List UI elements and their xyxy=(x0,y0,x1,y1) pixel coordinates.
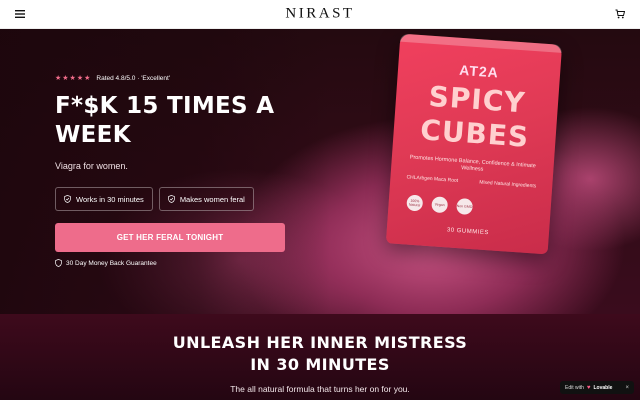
section-title: UNLEASH HER INNER MISTRESS IN 30 MINUTES xyxy=(0,332,640,376)
shield-check-icon xyxy=(168,195,175,203)
section-title-line1: UNLEASH HER INNER MISTRESS xyxy=(172,333,468,352)
lovable-prefix: Edit with xyxy=(565,384,584,391)
non-gmo-seal-icon: Non GMO xyxy=(456,197,474,216)
section-title-line2: IN 30 MINUTES xyxy=(250,355,390,374)
badge-label: Works in 30 minutes xyxy=(76,194,144,204)
natural-seal-icon: 100% Natural xyxy=(406,194,424,212)
lovable-brand: Lovable xyxy=(593,384,613,391)
section-subtitle: The all natural formula that turns her o… xyxy=(230,384,410,394)
cta-button[interactable]: GET HER FERAL TONIGHT xyxy=(55,223,285,252)
pouch-bullet: CHLArbgen Maca Root xyxy=(406,174,459,184)
close-icon[interactable]: × xyxy=(625,385,629,391)
feature-badges: Works in 30 minutes Makes women feral xyxy=(55,187,254,211)
hero-section: AT2A SPICY CUBES Promotes Hormone Balanc… xyxy=(0,29,640,314)
pouch-seal xyxy=(399,33,563,53)
shield-check-icon xyxy=(64,195,71,203)
shield-icon xyxy=(55,259,62,267)
rating-stars-icon: ★★★★★ xyxy=(55,75,92,82)
benefit-section: UNLEASH HER INNER MISTRESS IN 30 MINUTES… xyxy=(0,314,640,400)
guarantee-text: 30 Day Money Back Guarantee xyxy=(66,259,157,267)
cart-icon xyxy=(615,9,625,19)
hero-overlay xyxy=(0,29,330,314)
pouch-count: 30 GUMMIES xyxy=(446,227,490,237)
brand-logo[interactable]: NIRAST xyxy=(285,6,354,23)
lovable-heart-icon: ♥ xyxy=(586,384,591,391)
rating-text: Rated 4.8/5.0 · 'Excellent' xyxy=(96,74,171,82)
badge-feral: Makes women feral xyxy=(158,187,254,211)
site-header: NIRAST xyxy=(0,0,640,29)
cart-button[interactable] xyxy=(613,7,627,21)
rating-row: ★★★★★ Rated 4.8/5.0 · 'Excellent' xyxy=(55,74,171,83)
hero-headline: F*$K 15 TIMES A WEEK xyxy=(55,93,275,148)
edit-with-lovable-badge[interactable]: Edit with ♥ Lovable × xyxy=(560,381,634,394)
product-pouch-image: AT2A SPICY CUBES Promotes Hormone Balanc… xyxy=(385,33,563,255)
badge-works-fast: Works in 30 minutes xyxy=(55,187,153,211)
pouch-seals: 100% Natural Vegan Non GMO xyxy=(406,194,474,216)
menu-icon xyxy=(15,10,25,18)
hero-subhead: Viagra for women. xyxy=(55,161,128,171)
badge-label: Makes women feral xyxy=(179,194,245,204)
pouch-bullets: CHLArbgen Maca Root Mixed Natural Ingred… xyxy=(406,174,536,189)
menu-button[interactable] xyxy=(13,7,27,21)
guarantee-row: 30 Day Money Back Guarantee xyxy=(55,259,157,267)
vegan-seal-icon: Vegan xyxy=(431,196,449,214)
pouch-bullet: Mixed Natural Ingredients xyxy=(479,179,537,190)
